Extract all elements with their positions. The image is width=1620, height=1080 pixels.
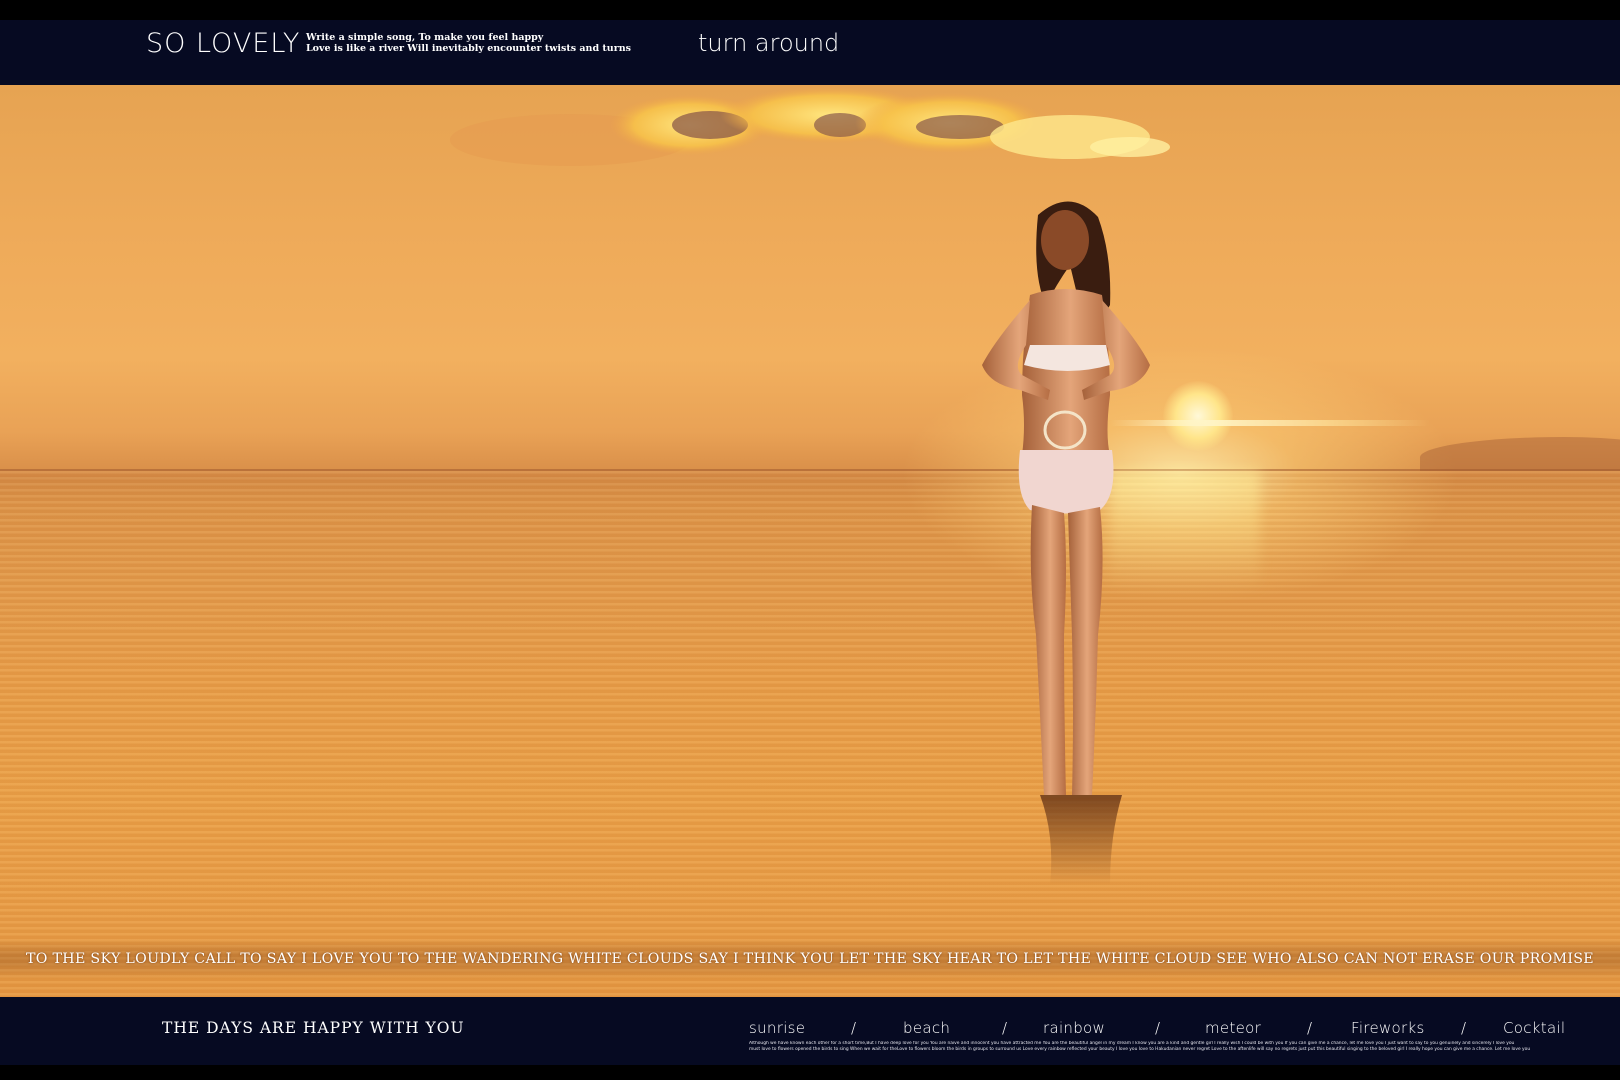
- tagline-line-1: Write a simple song, To make you feel ha…: [306, 32, 544, 43]
- keyword-fireworks: Fireworks: [1351, 1019, 1425, 1037]
- keyword-separator: /: [851, 1019, 857, 1037]
- woman-figure: [982, 201, 1150, 885]
- clouds: [450, 87, 1170, 166]
- keyword-cocktail: Cocktail: [1503, 1019, 1566, 1037]
- page-title: turn around: [698, 29, 840, 57]
- footer-fine-print: Although we have known each other for a …: [749, 1041, 1569, 1053]
- sunset-photo: TO THE SKY LOUDLY CALL TO SAY I LOVE YOU…: [0, 85, 1620, 997]
- brand-tagline: Write a simple song, To make you feel ha…: [306, 32, 631, 54]
- keyword-separator: /: [1155, 1019, 1161, 1037]
- footer-slogan: THE DAYS ARE HAPPY WITH YOU: [162, 1019, 465, 1037]
- top-bar: SO LOVELY Write a simple song, To make y…: [0, 0, 1620, 85]
- tagline-line-2: Love is like a river Will inevitably enc…: [306, 43, 631, 54]
- bottom-bar: THE DAYS ARE HAPPY WITH YOU sunrise / be…: [0, 997, 1620, 1080]
- photo-caption: TO THE SKY LOUDLY CALL TO SAY I LOVE YOU…: [26, 951, 1594, 967]
- keyword-meteor: meteor: [1205, 1019, 1262, 1037]
- keyword-rainbow: rainbow: [1043, 1019, 1106, 1037]
- keyword-separator: /: [1002, 1019, 1008, 1037]
- fine-print-line-2: must love to flowers opened the birds to…: [749, 1047, 1531, 1052]
- keyword-sunrise: sunrise: [749, 1019, 806, 1037]
- footer-keywords: sunrise / beach / rainbow / meteor / Fir…: [749, 1019, 1567, 1041]
- keyword-separator: /: [1461, 1019, 1467, 1037]
- keyword-separator: /: [1307, 1019, 1313, 1037]
- water-surface: [0, 471, 1620, 997]
- keyword-beach: beach: [903, 1019, 951, 1037]
- brand-title: SO LOVELY: [146, 28, 301, 59]
